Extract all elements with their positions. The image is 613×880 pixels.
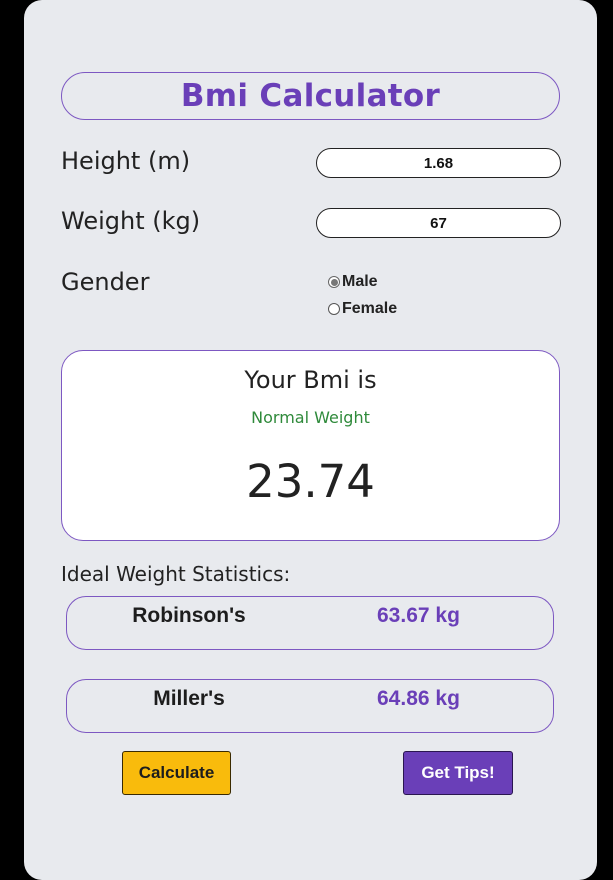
calculate-button[interactable]: Calculate [122, 751, 231, 795]
gender-label: Gender [61, 268, 150, 296]
gender-option-male[interactable]: Male [328, 273, 378, 291]
formula-name: Miller's [153, 687, 225, 710]
bmi-result-panel: Your Bmi is Normal Weight 23.74 [61, 350, 560, 541]
gender-option-label: Male [342, 273, 378, 290]
ideal-weight-row-miller: Miller's 64.86 kg [66, 679, 554, 733]
calculator-card: Bmi Calculator Height (m) Weight (kg) Ge… [24, 0, 597, 880]
get-tips-button[interactable]: Get Tips! [403, 751, 513, 795]
page-title: Bmi Calculator [180, 78, 441, 114]
formula-value: 63.67 kg [377, 604, 460, 627]
weight-input[interactable] [316, 208, 561, 238]
formula-value: 64.86 kg [377, 687, 460, 710]
radio-female[interactable] [328, 303, 340, 315]
formula-name: Robinson's [132, 604, 246, 627]
bmi-value: 23.74 [246, 455, 375, 508]
weight-label: Weight (kg) [61, 207, 201, 235]
height-input[interactable] [316, 148, 561, 178]
height-label: Height (m) [61, 147, 191, 175]
ideal-weight-row-robinson: Robinson's 63.67 kg [66, 596, 554, 650]
result-heading: Your Bmi is [244, 366, 377, 394]
gender-option-female[interactable]: Female [328, 300, 397, 318]
radio-male[interactable] [328, 276, 340, 288]
ideal-weight-heading: Ideal Weight Statistics: [61, 562, 291, 586]
gender-option-label: Female [342, 300, 398, 317]
title-banner: Bmi Calculator [61, 72, 560, 120]
result-category: Normal Weight [251, 408, 370, 427]
